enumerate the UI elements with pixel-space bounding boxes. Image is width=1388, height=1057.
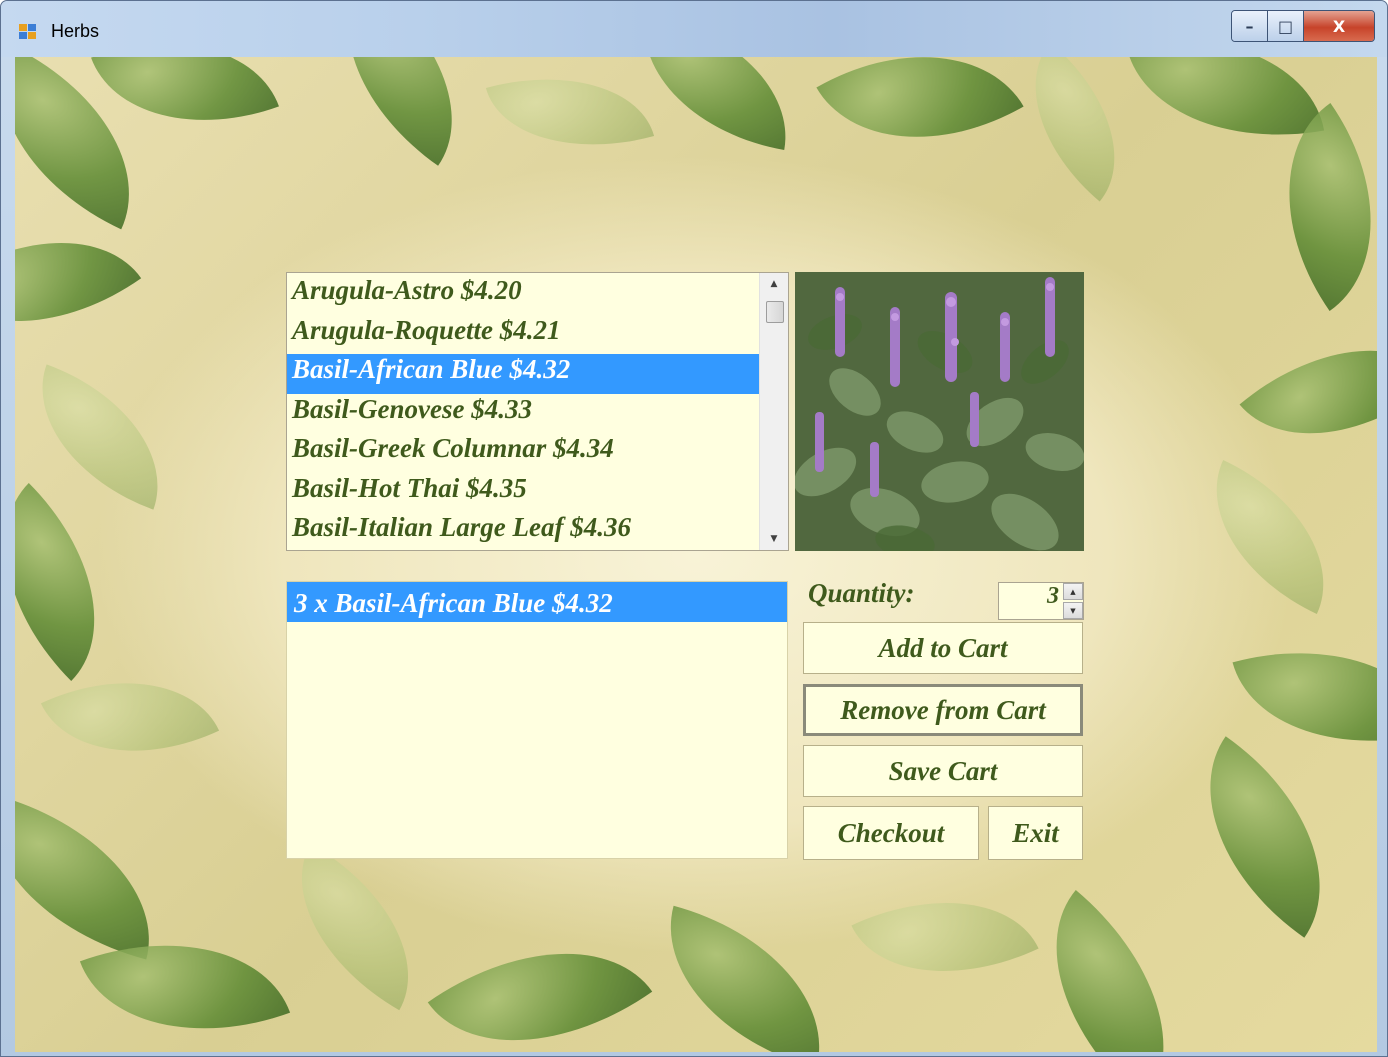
window-controls: – □ X — [1231, 10, 1375, 42]
list-item[interactable]: Basil-Genovese $4.33 — [287, 394, 759, 434]
quantity-stepper[interactable]: 3 ▲ ▼ — [998, 582, 1084, 620]
scroll-thumb[interactable] — [766, 301, 784, 323]
quantity-label: Quantity: — [808, 578, 915, 608]
save-cart-button[interactable]: Save Cart — [803, 745, 1083, 797]
app-icon[interactable] — [19, 24, 37, 40]
maximize-button[interactable]: □ — [1268, 11, 1304, 41]
list-item[interactable]: Basil-Hot Thai $4.35 — [287, 473, 759, 513]
window-title: Herbs — [51, 21, 100, 41]
add-to-cart-button[interactable]: Add to Cart — [803, 622, 1083, 674]
increment-arrow-icon[interactable]: ▲ — [1063, 583, 1083, 600]
herb-picture — [795, 272, 1084, 551]
scroll-down-arrow-icon[interactable]: ▼ — [760, 528, 788, 550]
scroll-up-arrow-icon[interactable]: ▲ — [760, 273, 788, 295]
herb-list-scrollbar[interactable]: ▲ ▼ — [759, 273, 788, 550]
herb-listbox[interactable]: Arugula-Astro $4.20 Arugula-Roquette $4.… — [286, 272, 789, 551]
app-window: Herbs – □ X Arugula-Astro $4.20 Arugula-… — [0, 0, 1388, 1057]
close-button[interactable]: X — [1304, 11, 1374, 41]
exit-button[interactable]: Exit — [988, 806, 1083, 860]
list-item[interactable]: Basil-Italian Large Leaf $4.36 — [287, 512, 759, 552]
quantity-value[interactable]: 3 — [999, 583, 1059, 619]
list-item[interactable]: Arugula-Roquette $4.21 — [287, 315, 759, 355]
title-bar[interactable]: Herbs – □ X — [1, 1, 1387, 57]
client-area: Arugula-Astro $4.20 Arugula-Roquette $4.… — [15, 57, 1377, 1052]
cart-item-selected[interactable]: 3 x Basil-African Blue $4.32 — [287, 582, 787, 622]
cart-listbox[interactable]: 3 x Basil-African Blue $4.32 — [286, 581, 788, 859]
list-item[interactable]: Arugula-Astro $4.20 — [287, 275, 759, 315]
list-item[interactable]: Basil-Greek Columnar $4.34 — [287, 433, 759, 473]
checkout-button[interactable]: Checkout — [803, 806, 979, 860]
remove-from-cart-button[interactable]: Remove from Cart — [803, 684, 1083, 736]
minimize-button[interactable]: – — [1232, 11, 1268, 41]
purple-basil-photo-icon — [795, 272, 1084, 551]
decrement-arrow-icon[interactable]: ▼ — [1063, 602, 1083, 619]
herb-list-items: Arugula-Astro $4.20 Arugula-Roquette $4.… — [287, 275, 759, 552]
list-item-selected[interactable]: Basil-African Blue $4.32 — [287, 354, 759, 394]
